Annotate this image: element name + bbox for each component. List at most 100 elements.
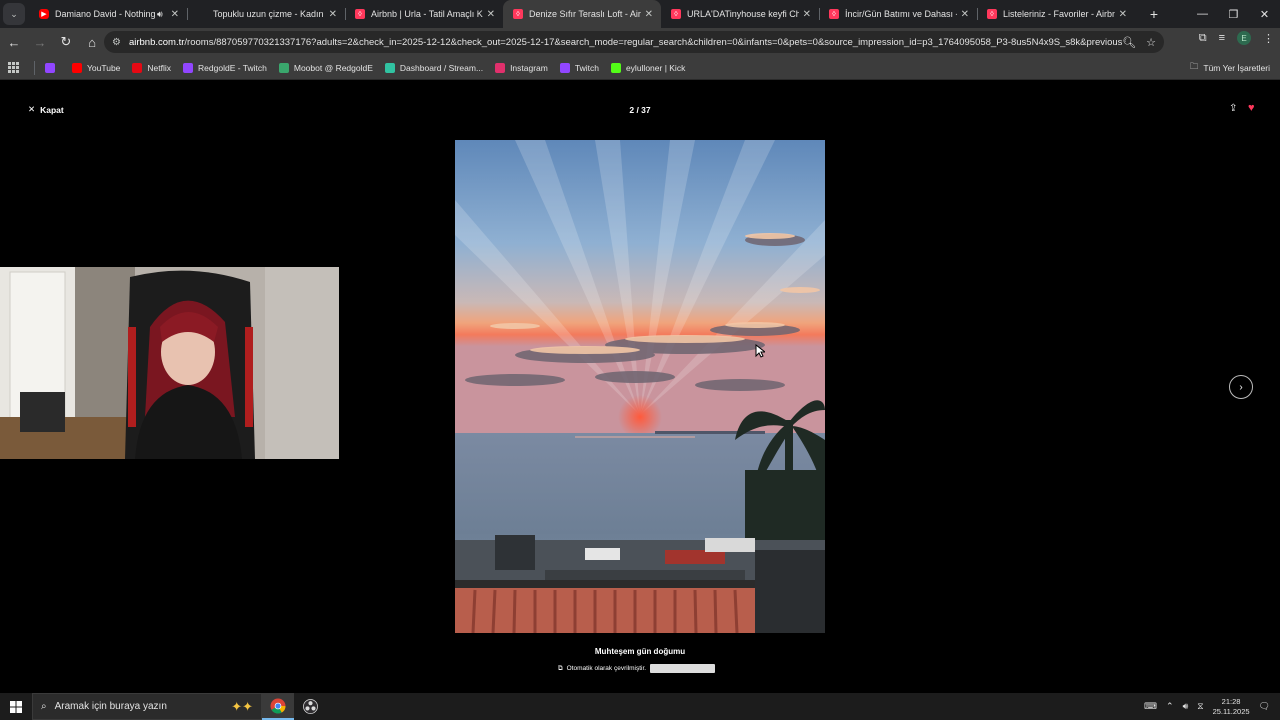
new-tab-button[interactable]: + [1145,6,1163,22]
streamlabs-icon [384,62,395,73]
bookmark-item[interactable]: YouTube [72,62,121,73]
menu-icon[interactable]: ⋮ [1263,32,1274,45]
heart-icon[interactable]: ♥ [1248,102,1255,114]
taskbar-obs[interactable] [294,693,326,720]
home-button[interactable]: ⌂ [80,30,104,54]
all-bookmarks-folder[interactable]: 🗀 Tüm Yer İşaretleri [1190,61,1270,75]
start-button[interactable] [0,693,32,720]
tab-title: Denize Sıfır Teraslı Loft - Airbnb [529,9,641,19]
browser-tab[interactable]: ◊ URLA'DATinyhouse keyfi Chilife ✕ [661,0,819,28]
tab-close-icon[interactable]: ✕ [329,9,337,20]
tab-title: Topuklu uzun çizme - Kadın Mo [213,9,325,19]
browser-tab[interactable]: ◊ Denize Sıfır Teraslı Loft - Airbnb ✕ [503,0,661,28]
translate-icon: ⧉ [558,664,563,672]
sunrise-sea-photo [455,140,825,633]
bookmark-star-icon[interactable]: ☆ [1146,36,1156,49]
forward-button[interactable]: → [28,30,52,54]
youtube-icon: ▶ [39,9,49,19]
share-icon[interactable]: ⇪ [1229,103,1237,114]
bookmark-item[interactable]: Moobot @ RedgoldE [278,62,373,73]
media-control-icon[interactable]: ≡ [1219,32,1225,44]
apps-grid-icon[interactable] [8,61,20,74]
taskbar-search-box[interactable]: ⌕ Aramak için buraya yazın ✦✦ [32,693,262,720]
bookmark-item[interactable] [45,62,60,73]
webcam-overlay [0,267,339,459]
tab-close-icon[interactable]: ✕ [645,9,653,20]
bookmark-item[interactable]: RedgoldE - Twitch [183,62,267,73]
browser-toolbar: ← → ↻ ⌂ ⚙ airbnb.com.tr/rooms/8870597703… [0,28,1280,56]
taskbar-chrome[interactable] [262,693,294,720]
bookmark-item[interactable]: Instagram [495,62,548,73]
url-path: /rooms/887059770321337176?adults=2&check… [184,36,1123,48]
bookmark-item[interactable]: Twitch [559,62,599,73]
webcam-feed [0,267,339,459]
airbnb-icon: ◊ [355,9,365,19]
photo-caption: Muhteşem gün doğumu [594,647,686,656]
bookmark-item[interactable]: Netflix [132,62,171,73]
profile-avatar[interactable]: E [1237,31,1251,45]
netflix-icon [132,62,143,73]
close-window-button[interactable]: ✕ [1249,0,1280,28]
bookmark-label: eylulloner | Kick [625,62,686,73]
url-text[interactable]: airbnb.com.tr/rooms/887059770321337176?a… [129,37,1122,48]
tab-close-icon[interactable]: ✕ [803,9,811,20]
airbnb-icon: ◊ [987,9,997,19]
browser-tab[interactable]: ◊ Listeleriniz - Favoriler - Airbnb ✕ [977,0,1135,28]
browser-tab[interactable]: ▶ Damiano David - Nothing B 🔊︎ ✕ [29,0,187,28]
browser-tab[interactable]: Topuklu uzun çizme - Kadın Mo ✕ [187,0,345,28]
bookmark-label: Moobot @ RedgoldE [293,62,373,73]
twitch-icon [183,62,194,73]
bookmark-label: YouTube [87,62,121,73]
clock[interactable]: 21:28 25.11.2025 [1213,697,1250,717]
kick-icon [610,62,621,73]
bookmark-item[interactable]: Dashboard / Stream... [384,62,484,73]
extensions-icon[interactable]: ⧉ [1199,32,1207,45]
restore-button[interactable]: ❐ [1218,0,1249,28]
folder-icon: 🗀 [1189,60,1199,71]
youtube-icon [72,62,82,73]
bookmark-separator [34,60,35,75]
bookmark-label: Dashboard / Stream... [399,62,484,73]
tab-close-icon[interactable]: ✕ [171,9,179,20]
tab-close-icon[interactable]: ✕ [961,9,969,20]
keyboard-icon[interactable]: ⌨ [1144,701,1157,712]
volume-icon[interactable]: 🔊︎ [1183,701,1189,712]
tab-search-button[interactable]: ⌄ [3,3,25,25]
twitch-purple-icon [45,62,55,73]
reload-button[interactable]: ↻ [54,30,78,54]
zoom-icon[interactable]: 🔍︎ [1122,36,1136,49]
chrome-icon [270,698,286,714]
bookmark-item[interactable]: eylulloner | Kick [610,62,686,73]
chevron-up-icon[interactable]: ⌃ [1166,701,1174,712]
url-domain: airbnb.com.tr [128,36,185,48]
show-original-link[interactable]: Orijinali göster [650,664,716,673]
browser-tab-strip: ⌄ ▶ Damiano David - Nothing B 🔊︎ ✕ Topuklu u… [0,0,1280,28]
copilot-sparkle-icon[interactable]: ✦✦ [231,699,253,715]
network-icon[interactable]: ⧖ [1197,701,1203,712]
tab-close-icon[interactable]: ✕ [487,9,495,20]
tab-title: Damiano David - Nothing B [55,9,157,19]
airbnb-icon: ◊ [829,9,839,19]
site-info-icon[interactable]: ⚙ [112,37,121,48]
photo-counter: 2 / 37 [629,105,651,115]
back-button[interactable]: ← [2,30,26,54]
window-controls: — ❐ ✕ [1187,0,1280,28]
blank-favicon-icon [197,9,207,19]
moobot-icon [278,62,289,73]
tab-title: İncir/Gün Batımı ve Dahası - Ai [845,9,957,19]
bookmark-label: Twitch [574,62,599,73]
browser-tab[interactable]: ◊ Airbnb | Urla - Tatil Amaçlı Kira ✕ [345,0,503,28]
twitch-icon [559,62,570,73]
chevron-down-icon: ⌄ [10,8,18,19]
address-bar[interactable]: ⚙ airbnb.com.tr/rooms/887059770321337176… [104,31,1164,53]
tab-close-icon[interactable]: ✕ [1119,9,1127,20]
windows-logo-icon [10,700,22,713]
notification-icon[interactable]: 🗨︎ [1259,701,1270,712]
speaker-icon[interactable]: 🔊︎ [157,9,163,20]
browser-tab[interactable]: ◊ İncir/Gün Batımı ve Dahası - Ai ✕ [819,0,977,28]
mouse-cursor-icon [755,344,765,358]
system-tray: ⌨ ⌃ 🔊︎ ⧖ 21:28 25.11.2025 🗨︎ [1144,693,1280,720]
next-photo-button[interactable]: › [1229,375,1253,399]
minimize-button[interactable]: — [1187,0,1218,28]
airbnb-icon: ◊ [671,9,681,19]
